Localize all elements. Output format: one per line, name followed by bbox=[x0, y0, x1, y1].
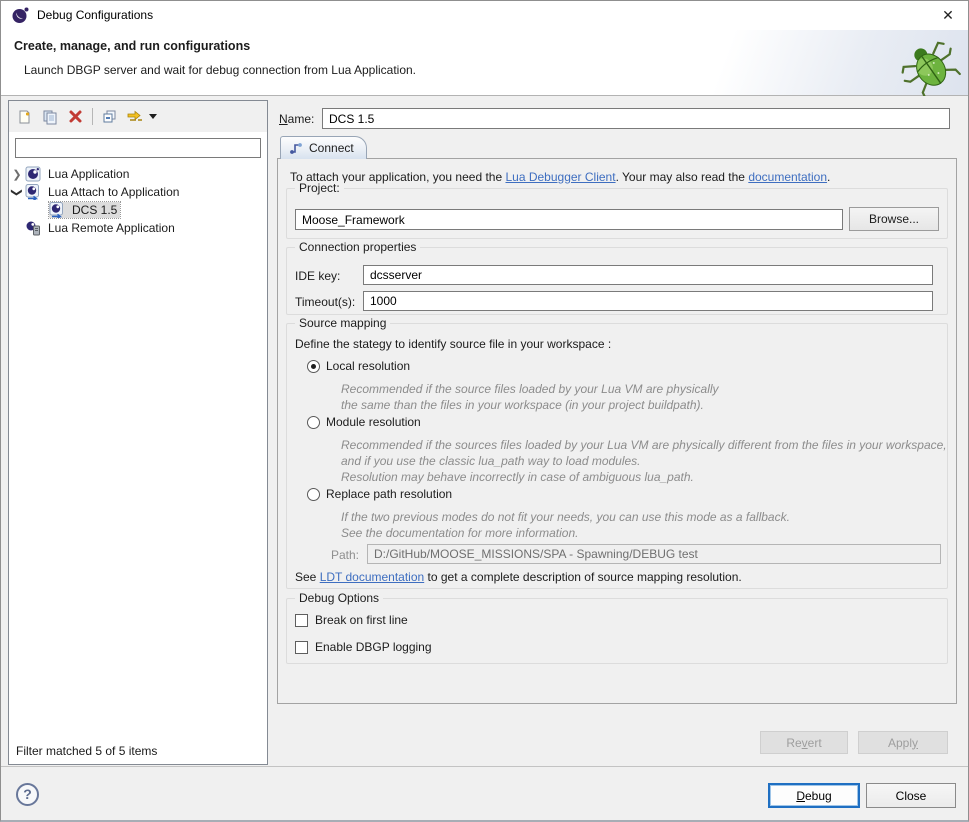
radio-replace-path-resolution[interactable]: Replace path resolution bbox=[307, 487, 452, 501]
radio-local-resolution[interactable]: Local resolution bbox=[307, 359, 410, 373]
collapse-all-icon[interactable] bbox=[101, 108, 119, 126]
debug-button[interactable]: Debug bbox=[768, 783, 860, 808]
help-icon[interactable]: ? bbox=[16, 783, 39, 806]
tree-item-label: Lua Remote Application bbox=[45, 220, 178, 236]
tree-item-label: DCS 1.5 bbox=[69, 202, 120, 218]
apply-button[interactable]: Apply bbox=[858, 731, 948, 754]
configuration-tree: ❯ Lua Application ❯ Lua Attach to Applic… bbox=[9, 165, 267, 237]
local-resolution-desc: the same than the files in your workspac… bbox=[341, 398, 704, 412]
filter-configurations-icon[interactable] bbox=[126, 108, 144, 126]
titlebar: Debug Configurations ✕ bbox=[0, 0, 969, 30]
debug-options-group: Debug Options Break on first line Enable… bbox=[286, 598, 948, 664]
replace-resolution-desc: If the two previous modes do not fit you… bbox=[341, 510, 790, 524]
toolbar-menu-chevron-down-icon[interactable] bbox=[149, 114, 157, 119]
radio-unselected-icon[interactable] bbox=[307, 488, 320, 501]
chevron-expanded-icon[interactable]: ❯ bbox=[11, 184, 24, 200]
tree-item-dcs-15[interactable]: DCS 1.5 bbox=[9, 201, 267, 219]
connection-properties-label: Connection properties bbox=[295, 240, 420, 254]
header-subtitle: Launch DBGP server and wait for debug co… bbox=[24, 63, 416, 77]
tree-item-lua-remote[interactable]: Lua Remote Application bbox=[9, 219, 267, 237]
break-on-first-line-option[interactable]: Break on first line bbox=[295, 613, 408, 627]
close-button[interactable]: Close bbox=[866, 783, 956, 808]
name-input[interactable] bbox=[322, 108, 950, 129]
lua-attach-icon bbox=[49, 202, 65, 218]
lua-application-icon bbox=[25, 166, 41, 182]
tree-item-label: Lua Application bbox=[45, 166, 132, 182]
debug-configurations-icon bbox=[12, 7, 29, 24]
lua-remote-application-icon bbox=[25, 220, 41, 236]
filter-input[interactable] bbox=[15, 138, 261, 158]
tab-connect-label: Connect bbox=[309, 141, 354, 155]
radio-module-label: Module resolution bbox=[326, 415, 421, 429]
radio-replace-label: Replace path resolution bbox=[326, 487, 452, 501]
dialog-header: Create, manage, and run configurations L… bbox=[0, 30, 969, 96]
chevron-collapsed-icon[interactable]: ❯ bbox=[9, 168, 25, 181]
configuration-form: Name: Connect To attach your application… bbox=[277, 100, 958, 765]
source-mapping-group: Source mapping Define the stategy to ide… bbox=[286, 323, 948, 589]
configurations-panel: ❯ Lua Application ❯ Lua Attach to Applic… bbox=[8, 100, 268, 765]
lua-debugger-client-link[interactable]: Lua Debugger Client bbox=[505, 170, 615, 184]
toolbar-separator bbox=[92, 108, 93, 125]
tree-item-label: Lua Attach to Application bbox=[45, 184, 182, 200]
ide-key-input[interactable] bbox=[363, 265, 933, 285]
name-label: Name: bbox=[279, 112, 314, 126]
radio-local-label: Local resolution bbox=[326, 359, 410, 373]
ide-key-label: IDE key: bbox=[295, 269, 340, 283]
break-on-first-line-label: Break on first line bbox=[315, 613, 408, 627]
module-resolution-desc: and if you use the classic lua_path way … bbox=[341, 454, 641, 468]
connect-tab-icon bbox=[289, 141, 303, 155]
tree-item-lua-application[interactable]: ❯ Lua Application bbox=[9, 165, 267, 183]
footer-separator bbox=[0, 766, 969, 767]
filter-match-status: Filter matched 5 of 5 items bbox=[16, 744, 157, 758]
connection-properties-group: Connection properties IDE key: Timeout(s… bbox=[286, 247, 948, 315]
project-group-label: Project: bbox=[295, 181, 344, 195]
module-resolution-desc: Resolution may behave incorrectly in cas… bbox=[341, 470, 694, 484]
path-input bbox=[367, 544, 941, 564]
timeout-input[interactable] bbox=[363, 291, 933, 311]
timeout-label: Timeout(s): bbox=[295, 295, 355, 309]
tree-item-lua-attach[interactable]: ❯ Lua Attach to Application bbox=[9, 183, 267, 201]
tree-selection: DCS 1.5 bbox=[49, 202, 120, 218]
replace-resolution-desc: See the documentation for more informati… bbox=[341, 526, 578, 540]
checkbox-unchecked-icon[interactable] bbox=[295, 614, 308, 627]
project-input[interactable] bbox=[295, 209, 843, 230]
revert-button[interactable]: Revert bbox=[760, 731, 848, 754]
checkbox-unchecked-icon[interactable] bbox=[295, 641, 308, 654]
radio-module-resolution[interactable]: Module resolution bbox=[307, 415, 421, 429]
debug-options-label: Debug Options bbox=[295, 591, 383, 605]
tab-connect[interactable]: Connect bbox=[280, 136, 367, 159]
window-title: Debug Configurations bbox=[37, 8, 153, 22]
ldt-documentation-line: See LDT documentation to get a complete … bbox=[295, 570, 742, 584]
attach-info-text: To attach your application, you need the… bbox=[290, 170, 830, 184]
configurations-toolbar bbox=[9, 101, 267, 132]
radio-selected-icon[interactable] bbox=[307, 360, 320, 373]
header-title: Create, manage, and run configurations bbox=[14, 39, 250, 53]
connect-tab-panel: To attach your application, you need the… bbox=[277, 158, 957, 704]
documentation-link[interactable]: documentation bbox=[748, 170, 827, 184]
module-resolution-desc: Recommended if the sources files loaded … bbox=[341, 438, 947, 452]
local-resolution-desc: Recommended if the source files loaded b… bbox=[341, 382, 719, 396]
browse-button[interactable]: Browse... bbox=[849, 207, 939, 231]
radio-unselected-icon[interactable] bbox=[307, 416, 320, 429]
path-label: Path: bbox=[331, 548, 359, 562]
close-icon[interactable]: ✕ bbox=[935, 3, 961, 27]
enable-dbgp-logging-label: Enable DBGP logging bbox=[315, 640, 432, 654]
lua-attach-icon bbox=[25, 184, 41, 200]
enable-dbgp-logging-option[interactable]: Enable DBGP logging bbox=[295, 640, 432, 654]
new-configuration-icon[interactable] bbox=[16, 108, 34, 126]
duplicate-configuration-icon[interactable] bbox=[41, 108, 59, 126]
bug-icon bbox=[895, 30, 965, 96]
source-mapping-label: Source mapping bbox=[295, 316, 390, 330]
source-mapping-intro: Define the stategy to identify source fi… bbox=[295, 337, 611, 351]
project-group: Project: Browse... bbox=[286, 188, 948, 239]
ldt-documentation-link[interactable]: LDT documentation bbox=[320, 570, 425, 584]
delete-configuration-icon[interactable] bbox=[66, 108, 84, 126]
